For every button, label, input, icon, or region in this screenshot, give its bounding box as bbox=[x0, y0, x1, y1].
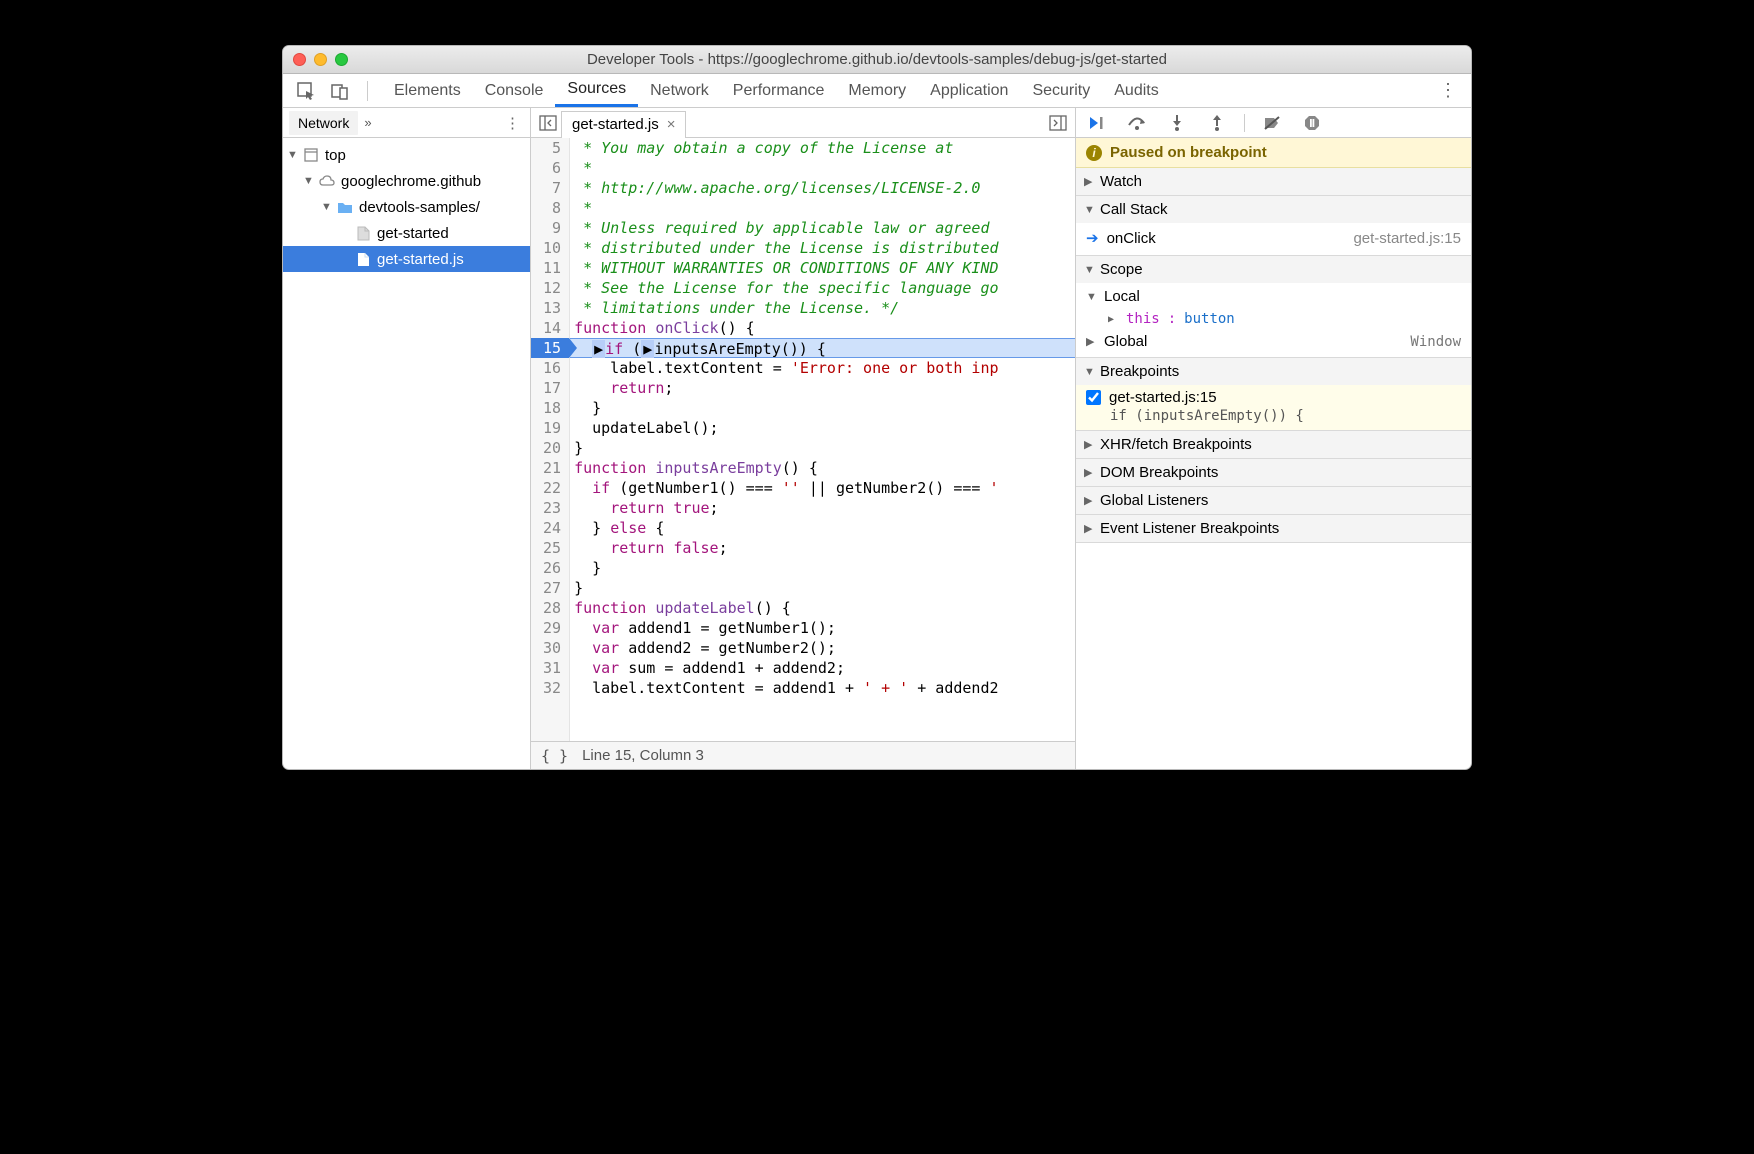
breakpoints-section: ▼Breakpoints get-started.js:15 if (input… bbox=[1076, 358, 1471, 431]
info-icon: i bbox=[1086, 145, 1102, 161]
zoom-window-button[interactable] bbox=[335, 53, 348, 66]
step-out-icon[interactable] bbox=[1204, 110, 1230, 136]
banner-text: Paused on breakpoint bbox=[1110, 144, 1267, 161]
panel-tab-audits[interactable]: Audits bbox=[1102, 74, 1170, 107]
global-listeners-section: ▶Global Listeners bbox=[1076, 487, 1471, 515]
tree-label: googlechrome.github bbox=[341, 173, 481, 190]
tree-label: get-started bbox=[377, 225, 449, 242]
tree-label: top bbox=[325, 147, 346, 164]
minimize-window-button[interactable] bbox=[314, 53, 327, 66]
pretty-print-icon[interactable]: { } bbox=[541, 747, 568, 765]
step-over-icon[interactable] bbox=[1124, 110, 1150, 136]
code-editor[interactable]: 5678910111213141516171819202122232425262… bbox=[531, 138, 1075, 741]
scope-global[interactable]: ▶Global Window bbox=[1076, 330, 1471, 353]
file-tree: ▼ top ▼ googlechrome.github ▼ bbox=[283, 138, 530, 769]
watch-section: ▶Watch bbox=[1076, 168, 1471, 196]
breakpoint-code: if (inputsAreEmpty()) { bbox=[1086, 406, 1461, 424]
panel-tab-performance[interactable]: Performance bbox=[721, 74, 837, 107]
dom-breakpoints-section: ▶DOM Breakpoints bbox=[1076, 459, 1471, 487]
editor-pane: get-started.js × 56789101112131415161718… bbox=[531, 108, 1076, 769]
panel-tab-security[interactable]: Security bbox=[1020, 74, 1102, 107]
titlebar: Developer Tools - https://googlechrome.g… bbox=[283, 46, 1471, 74]
folder-icon bbox=[337, 199, 353, 215]
scope-section: ▼Scope ▼Local ▶ this: button ▶Global Win… bbox=[1076, 256, 1471, 358]
panel-tab-memory[interactable]: Memory bbox=[836, 74, 918, 107]
panel-tab-sources[interactable]: Sources bbox=[555, 74, 638, 107]
breakpoint-label: get-started.js:15 bbox=[1109, 389, 1217, 406]
close-tab-icon[interactable]: × bbox=[667, 116, 676, 133]
close-window-button[interactable] bbox=[293, 53, 306, 66]
navigator-pane: Network » ⋮ ▼ top ▼ googlechrome. bbox=[283, 108, 531, 769]
callstack-frame[interactable]: ➔ onClick get-started.js:15 bbox=[1076, 225, 1471, 251]
current-frame-icon: ➔ bbox=[1086, 229, 1099, 247]
step-into-icon[interactable] bbox=[1164, 110, 1190, 136]
cloud-icon bbox=[319, 173, 335, 189]
file-icon bbox=[355, 251, 371, 267]
device-mode-icon[interactable] bbox=[327, 78, 353, 104]
tree-file-html[interactable]: get-started bbox=[283, 220, 530, 246]
file-tab[interactable]: get-started.js × bbox=[561, 111, 686, 138]
panel-tab-elements[interactable]: Elements bbox=[382, 74, 473, 107]
window-controls bbox=[293, 53, 348, 66]
body: Network » ⋮ ▼ top ▼ googlechrome. bbox=[283, 108, 1471, 769]
main-toolbar: ElementsConsoleSourcesNetworkPerformance… bbox=[283, 74, 1471, 108]
breakpoint-item[interactable]: get-started.js:15 if (inputsAreEmpty()) … bbox=[1076, 385, 1471, 430]
breakpoints-header[interactable]: ▼Breakpoints bbox=[1076, 358, 1471, 385]
event-listener-breakpoints-header[interactable]: ▶Event Listener Breakpoints bbox=[1076, 515, 1471, 542]
editor-status-bar: { } Line 15, Column 3 bbox=[531, 741, 1075, 769]
scope-this[interactable]: ▶ this: button bbox=[1076, 308, 1471, 330]
file-icon bbox=[355, 225, 371, 241]
scope-header[interactable]: ▼Scope bbox=[1076, 256, 1471, 283]
debugger-pane: i Paused on breakpoint ▶Watch ▼Call Stac… bbox=[1076, 108, 1471, 769]
xhr-breakpoints-header[interactable]: ▶XHR/fetch Breakpoints bbox=[1076, 431, 1471, 458]
frame-function: onClick bbox=[1107, 230, 1156, 247]
line-gutter[interactable]: 5678910111213141516171819202122232425262… bbox=[531, 138, 570, 741]
separator bbox=[367, 81, 368, 101]
frame-location: get-started.js:15 bbox=[1353, 230, 1461, 247]
frame-icon bbox=[303, 147, 319, 163]
scope-local[interactable]: ▼Local bbox=[1076, 285, 1471, 308]
scope-global-value: Window bbox=[1410, 334, 1461, 350]
window-title: Developer Tools - https://googlechrome.g… bbox=[283, 51, 1471, 68]
callstack-header[interactable]: ▼Call Stack bbox=[1076, 196, 1471, 223]
callstack-section: ▼Call Stack ➔ onClick get-started.js:15 bbox=[1076, 196, 1471, 256]
panel-tab-network[interactable]: Network bbox=[638, 74, 721, 107]
tree-domain[interactable]: ▼ googlechrome.github bbox=[283, 168, 530, 194]
panel-tab-console[interactable]: Console bbox=[473, 74, 556, 107]
editor-tabs: get-started.js × bbox=[531, 108, 1075, 138]
paused-banner: i Paused on breakpoint bbox=[1076, 138, 1471, 168]
file-tab-label: get-started.js bbox=[572, 116, 659, 133]
devtools-window: Developer Tools - https://googlechrome.g… bbox=[282, 45, 1472, 770]
tree-label: devtools-samples/ bbox=[359, 199, 480, 216]
navigator-menu-icon[interactable]: ⋮ bbox=[501, 114, 524, 132]
breakpoint-checkbox[interactable] bbox=[1086, 390, 1101, 405]
toggle-debugger-icon[interactable] bbox=[1045, 110, 1071, 136]
resume-icon[interactable] bbox=[1084, 110, 1110, 136]
more-tabs-icon[interactable]: » bbox=[364, 115, 371, 130]
kebab-menu-icon[interactable]: ⋮ bbox=[1435, 78, 1461, 104]
watch-header[interactable]: ▶Watch bbox=[1076, 168, 1471, 195]
global-listeners-header[interactable]: ▶Global Listeners bbox=[1076, 487, 1471, 514]
toggle-navigator-icon[interactable] bbox=[535, 110, 561, 136]
code-area[interactable]: * You may obtain a copy of the License a… bbox=[570, 138, 1075, 741]
tree-label: get-started.js bbox=[377, 251, 464, 268]
pause-exceptions-icon[interactable] bbox=[1299, 110, 1325, 136]
inspect-element-icon[interactable] bbox=[293, 78, 319, 104]
navigator-tab-network[interactable]: Network bbox=[289, 111, 358, 135]
panel-tab-application[interactable]: Application bbox=[918, 74, 1020, 107]
xhr-breakpoints-section: ▶XHR/fetch Breakpoints bbox=[1076, 431, 1471, 459]
event-listener-breakpoints-section: ▶Event Listener Breakpoints bbox=[1076, 515, 1471, 543]
debugger-toolbar bbox=[1076, 108, 1471, 138]
cursor-position: Line 15, Column 3 bbox=[582, 747, 704, 764]
navigator-tabs: Network » ⋮ bbox=[283, 108, 530, 138]
tree-folder[interactable]: ▼ devtools-samples/ bbox=[283, 194, 530, 220]
tree-file-js[interactable]: get-started.js bbox=[283, 246, 530, 272]
dom-breakpoints-header[interactable]: ▶DOM Breakpoints bbox=[1076, 459, 1471, 486]
deactivate-breakpoints-icon[interactable] bbox=[1259, 110, 1285, 136]
tree-top-frame[interactable]: ▼ top bbox=[283, 142, 530, 168]
